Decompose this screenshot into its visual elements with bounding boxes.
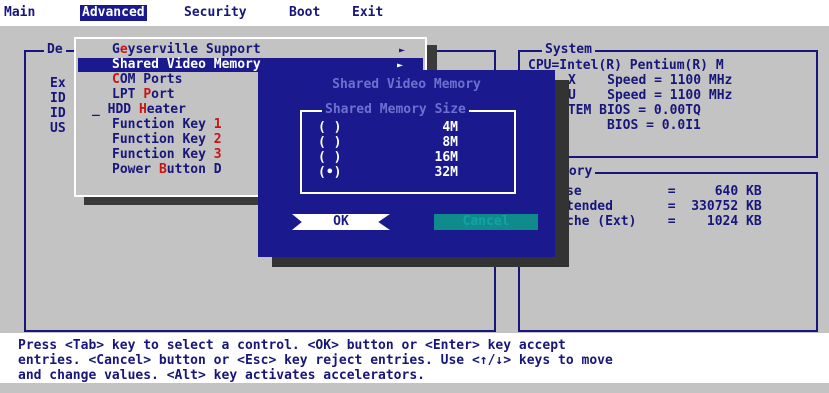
radio-8m-label: 8M [442,135,458,150]
memory-frame: mory se = 640 KB tended = 330752 KB che … [518,165,818,332]
system-line: STEM BIOS = 0.00TQ [560,103,701,118]
system-line: BIOS = 0.0I1 [560,118,701,133]
shared-video-memory-dialog: Shared Video Memory Shared Memory Size (… [258,70,555,257]
info-row: ID [50,106,66,121]
info-frame-title: De [44,43,66,57]
memory-size-group: Shared Memory Size ( ) 4M ( ) 8M ( ) 16M… [300,103,516,194]
info-row: US [50,121,66,136]
info-row: Ex [50,76,66,91]
radio-32m-label: 32M [434,165,458,180]
radio-4m-label: 4M [442,120,458,135]
submenu-arrow-icon: ► [398,45,405,56]
info-row: ID [50,91,66,106]
menu-main[interactable]: Main [4,5,35,21]
memory-frame-title: mory [558,165,596,179]
radio-16m-label: 16M [434,150,458,165]
menu-item-geyserville[interactable]: Geyserville Support [112,43,261,57]
system-line: X Speed = 1100 MHz [568,73,733,88]
radio-32m[interactable]: (•) [318,165,341,180]
help-line: Press <Tab> key to select a control. <OK… [18,338,566,353]
menu-bar: Main Advanced Security Boot Exit [0,0,829,26]
menu-item-hdd-heater[interactable]: _ HDD Heater [92,103,186,117]
menu-item-lpt-port[interactable]: LPT Port [112,88,175,102]
menu-item-function-key-2[interactable]: Function Key 2 [112,133,222,147]
system-frame: System CPU=Intel(R) Pentium(R) M X Speed… [518,43,818,158]
ok-button[interactable]: OK [292,214,390,230]
help-bar: Press <Tab> key to select a control. <OK… [0,333,829,383]
cancel-button[interactable]: Cancel [434,214,538,230]
memory-line: tended = 330752 KB [566,199,762,214]
radio-8m[interactable]: ( ) [318,135,341,150]
memory-line: se = 640 KB [566,184,762,199]
menu-boot[interactable]: Boot [289,5,320,21]
menu-item-com-ports[interactable]: COM Ports [112,73,182,87]
menu-security[interactable]: Security [184,5,247,21]
memory-line: che (Ext) = 1024 KB [566,214,762,229]
menu-advanced[interactable]: Advanced [80,5,147,21]
menu-exit[interactable]: Exit [352,5,383,21]
menu-item-function-key-3[interactable]: Function Key 3 [112,148,222,162]
dialog-title: Shared Video Memory [332,77,481,92]
menu-item-power-button[interactable]: Power Button D [112,163,222,177]
help-line: and change values. <Alt> key activates a… [18,368,425,383]
memory-size-group-title: Shared Memory Size [322,103,469,117]
help-line: entries. <Cancel> button or <Esc> key re… [18,353,613,368]
system-frame-title: System [542,43,595,57]
system-line: CPU=Intel(R) Pentium(R) M [528,58,724,73]
radio-16m[interactable]: ( ) [318,150,341,165]
menu-item-function-key-1[interactable]: Function Key 1 [112,118,222,132]
system-line: U Speed = 1100 MHz [568,88,733,103]
radio-4m[interactable]: ( ) [318,120,341,135]
